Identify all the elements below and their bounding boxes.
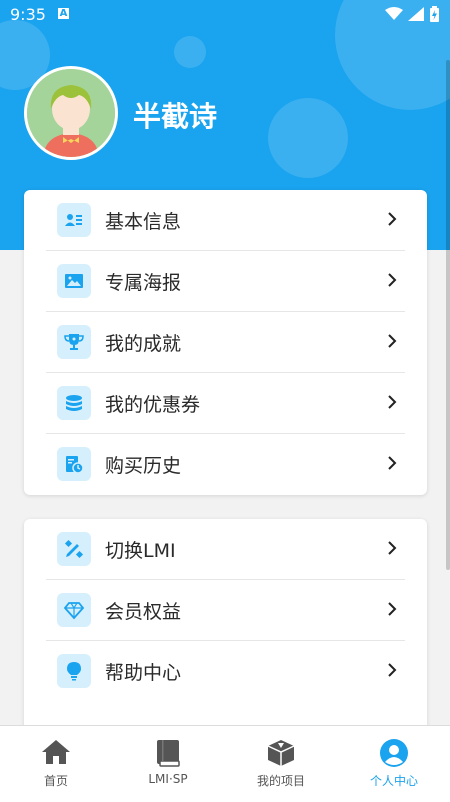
menu-item-label: 专属海报 [105, 272, 182, 294]
menu-item-label: 帮助中心 [105, 662, 182, 684]
tab-label: 我的项目 [256, 774, 305, 788]
wifi-icon [385, 7, 403, 20]
status-time: 9:35 [10, 5, 46, 24]
chevron-right-icon [388, 602, 397, 616]
menu-item-poster[interactable]: 专属海报 [46, 251, 405, 312]
status-bar: 9:35 A [0, 0, 450, 30]
tools-icon [57, 532, 91, 566]
decor-bubble [174, 36, 206, 68]
user-icon [380, 739, 408, 767]
chevron-right-icon [388, 456, 397, 470]
chevron-right-icon [388, 334, 397, 348]
lightbulb-icon [57, 654, 91, 688]
avatar[interactable] [24, 66, 118, 160]
scrollbar[interactable] [446, 60, 450, 570]
menu-item-label: 切换LMI [105, 540, 176, 562]
image-icon [57, 264, 91, 298]
chevron-right-icon [388, 212, 397, 226]
menu-item-coupons[interactable]: 我的优惠券 [46, 373, 405, 434]
id-card-icon [57, 203, 91, 237]
tab-label: LMI·SP [148, 772, 188, 786]
menu-item-label: 我的成就 [105, 333, 182, 355]
menu-item-switch-lmi[interactable]: 切换LMI [46, 519, 405, 580]
menu-item-help-center[interactable]: 帮助中心 [46, 641, 405, 702]
tab-lmi-sp[interactable]: LMI·SP [112, 726, 224, 802]
chevron-right-icon [388, 541, 397, 555]
tab-label: 个人中心 [369, 774, 418, 788]
tab-home[interactable]: 首页 [0, 726, 112, 802]
chevron-right-icon [388, 663, 397, 677]
menu-card-secondary: 切换LMI 会员权益 帮助中心 [24, 519, 427, 739]
book-icon [157, 740, 180, 767]
menu-card-primary: 基本信息 专属海报 我的成就 我的优惠券 购买历史 [24, 190, 427, 495]
history-icon [57, 447, 91, 481]
menu-item-label: 会员权益 [105, 601, 182, 623]
box-icon [267, 740, 295, 766]
notification-icon: A [58, 8, 69, 19]
tab-my-projects[interactable]: 我的项目 [225, 726, 337, 802]
chevron-right-icon [388, 395, 397, 409]
trophy-icon [57, 325, 91, 359]
tab-profile[interactable]: 个人中心 [338, 726, 450, 802]
menu-item-member-benefits[interactable]: 会员权益 [46, 580, 405, 641]
username[interactable]: 半截诗 [133, 95, 217, 135]
battery-icon [430, 6, 439, 22]
coins-icon [57, 386, 91, 420]
decor-bubble [268, 98, 348, 178]
home-icon [42, 740, 70, 764]
menu-item-basic-info[interactable]: 基本信息 [46, 190, 405, 251]
menu-item-label: 我的优惠券 [105, 394, 201, 416]
chevron-right-icon [388, 273, 397, 287]
menu-item-achievements[interactable]: 我的成就 [46, 312, 405, 373]
menu-item-label: 基本信息 [105, 211, 182, 233]
signal-icon [408, 7, 424, 21]
tab-label: 首页 [43, 774, 68, 788]
avatar-illustration [27, 69, 115, 157]
diamond-icon [57, 593, 91, 627]
menu-item-label: 购买历史 [105, 455, 182, 477]
menu-item-purchase-history[interactable]: 购买历史 [46, 434, 405, 495]
bottom-tab-bar: 首页 LMI·SP 我的项目 个人中心 [0, 725, 450, 802]
